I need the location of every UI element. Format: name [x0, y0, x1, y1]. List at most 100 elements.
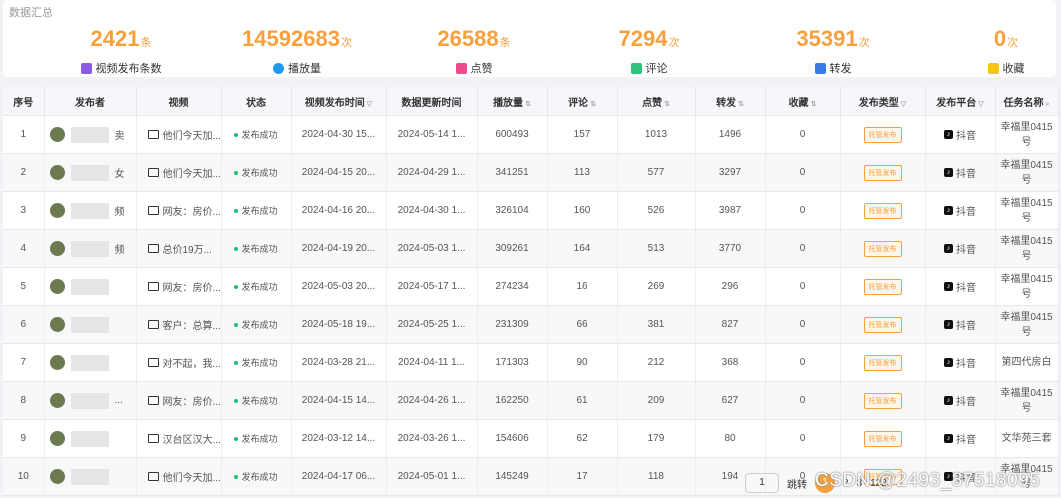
stat-0: 2421条 视频发布条数 — [46, 26, 196, 76]
column-header[interactable]: 序号 — [3, 87, 45, 116]
cell-likes: 179 — [617, 419, 696, 458]
column-header[interactable]: 数据更新时间 — [386, 87, 478, 116]
table-row[interactable]: 3 频网友：房价... 发布成功 2024-04-16 20... 2024-04-30… — [3, 191, 1059, 230]
table-row[interactable]: 5 网友：房价... 发布成功 2024-05-03 20... 2024-05-17 … — [3, 267, 1059, 306]
sort-icon[interactable]: ⇅ — [811, 101, 817, 108]
column-header[interactable]: 任务名称 ⌕ — [995, 87, 1059, 116]
table-row[interactable]: 2 女他们今天加... 发布成功 2024-04-15 20... 2024-04-29… — [3, 153, 1059, 192]
avatar — [49, 279, 65, 294]
cell-video[interactable]: 网友：房价... — [136, 267, 222, 306]
cell-video[interactable]: 对不起，我... — [136, 343, 222, 382]
cell-video[interactable]: 他们今天加... — [136, 115, 222, 154]
cell-shares: 368 — [695, 343, 766, 382]
stat-label-row: 播放量 — [222, 60, 372, 76]
data-table: 序号 发布者 视频 状态 视频发布时间 ▽ 数据更新时间 播放量 ⇅ 评论 ⇅ 点赞 ⇅ 转发 ⇅ 收藏 ⇅ 发布… — [3, 87, 1059, 496]
cell-comments: 157 — [547, 115, 618, 154]
search-icon[interactable]: ⌕ — [1046, 101, 1050, 108]
column-header[interactable]: 播放量 ⇅ — [477, 87, 548, 116]
stat-label: 点赞 — [470, 63, 493, 75]
cell-likes: 381 — [617, 305, 696, 344]
cell-publisher — [44, 267, 137, 306]
table-row[interactable]: 9 汉台区汉大... 发布成功 2024-03-12 14... 2024-03-26 … — [3, 419, 1059, 458]
redacted-name — [70, 278, 109, 295]
cell-likes: 513 — [617, 229, 696, 268]
cell-video[interactable]: 汉台区汉大... — [136, 419, 222, 458]
cell-video[interactable]: 他们今天加... — [136, 457, 222, 496]
stat-unit: 次 — [668, 37, 680, 49]
column-header[interactable]: 发布平台 ▽ — [925, 87, 996, 116]
sort-icon[interactable]: ⇅ — [525, 101, 531, 108]
cell-status: 发布成功 — [221, 343, 292, 382]
cell-type: 托管发布 — [840, 381, 926, 420]
column-header[interactable]: 状态 — [221, 87, 292, 116]
column-header[interactable]: 发布类型 ▽ — [840, 87, 926, 116]
summary-title: 数据汇总 — [9, 7, 53, 19]
cell-shares: 1496 — [695, 115, 766, 154]
column-header[interactable]: 点赞 ⇅ — [617, 87, 696, 116]
cell-video[interactable]: 他们今天加... — [136, 153, 222, 192]
status-dot-icon — [234, 170, 239, 175]
filter-icon[interactable]: ▽ — [978, 101, 983, 108]
table-row[interactable]: 7 对不起，我... 发布成功 2024-03-28 21... 2024-04-11 … — [3, 343, 1059, 382]
column-header[interactable]: 评论 ⇅ — [547, 87, 618, 116]
sort-icon[interactable]: ⇅ — [590, 101, 596, 108]
cell-type: 托管发布 — [840, 419, 926, 458]
column-header[interactable]: 视频发布时间 ▽ — [291, 87, 387, 116]
stat-label: 评论 — [645, 63, 668, 75]
cell-publish-time: 2024-05-18 19... — [291, 305, 387, 344]
cell-publisher: 频 — [44, 191, 137, 230]
cell-publisher: 卖 — [44, 115, 137, 154]
cell-video[interactable]: 客户：总算... — [136, 305, 222, 344]
cell-publisher: 女 — [44, 153, 137, 192]
stat-2: 26588条 点赞 — [399, 26, 549, 76]
status-dot-icon — [234, 132, 239, 137]
type-tag: 托管发布 — [863, 202, 902, 219]
cell-video[interactable]: 网友：房价... — [136, 381, 222, 420]
cell-comments: 66 — [547, 305, 618, 344]
column-header[interactable]: 收藏 ⇅ — [765, 87, 841, 116]
status-dot-icon — [234, 246, 239, 251]
cell-favorites: 0 — [765, 229, 841, 268]
page-jump-input[interactable]: 1 — [745, 473, 779, 493]
cell-likes: 526 — [617, 191, 696, 230]
cell-type: 托管发布 — [840, 191, 926, 230]
table-row[interactable]: 4 频总价19万... 发布成功 2024-04-19 20... 2024-05-03… — [3, 229, 1059, 268]
redacted-name — [70, 240, 109, 257]
video-icon — [147, 282, 159, 291]
filter-icon[interactable]: ▽ — [367, 101, 372, 108]
cell-publish-time: 2024-05-03 20... — [291, 267, 387, 306]
stat-4: 35391次 转发 — [758, 26, 908, 76]
stat-3: 7294次 评论 — [574, 26, 724, 76]
sort-icon[interactable]: ⇅ — [664, 101, 670, 108]
cell-video[interactable]: 总价19万... — [136, 229, 222, 268]
filter-icon[interactable]: ▽ — [901, 101, 906, 108]
cell-type: 托管发布 — [840, 343, 926, 382]
page-jump-button[interactable]: 跳转 — [787, 476, 807, 491]
cell-plays: 171303 — [477, 343, 548, 382]
cell-shares: 827 — [695, 305, 766, 344]
cell-plays: 326104 — [477, 191, 548, 230]
table-row[interactable]: 8... 网友：房价... 发布成功 2024-04-15 14... 2024-04-… — [3, 381, 1059, 420]
stat-value: 14592683次 — [242, 26, 352, 51]
stat-label-row: 点赞 — [399, 60, 549, 76]
redacted-name — [70, 202, 109, 219]
column-header[interactable]: 转发 ⇅ — [695, 87, 766, 116]
stat-unit: 条 — [140, 37, 152, 49]
cell-video[interactable]: 网友：房价... — [136, 191, 222, 230]
table-row[interactable]: 1 卖他们今天加... 发布成功 2024-04-30 15... 2024-05-14… — [3, 115, 1059, 154]
column-header[interactable]: 发布者 — [44, 87, 137, 116]
douyin-icon: ♪ — [944, 168, 953, 177]
table-row[interactable]: 6 客户：总算... 发布成功 2024-05-18 19... 2024-05-25 … — [3, 305, 1059, 344]
douyin-icon: ♪ — [944, 130, 953, 139]
stat-value: 0次 — [993, 26, 1019, 51]
stat-label-row: 评论 — [574, 60, 724, 76]
column-header[interactable]: 视频 — [136, 87, 222, 116]
stat-label: 转发 — [829, 63, 852, 75]
sort-icon[interactable]: ⇅ — [738, 101, 744, 108]
type-tag: 托管发布 — [863, 164, 902, 181]
stat-unit: 次 — [340, 37, 352, 49]
avatar — [49, 431, 65, 446]
heart-icon — [455, 62, 467, 74]
cell-update-time: 2024-04-29 1... — [386, 153, 478, 192]
cell-shares: 296 — [695, 267, 766, 306]
